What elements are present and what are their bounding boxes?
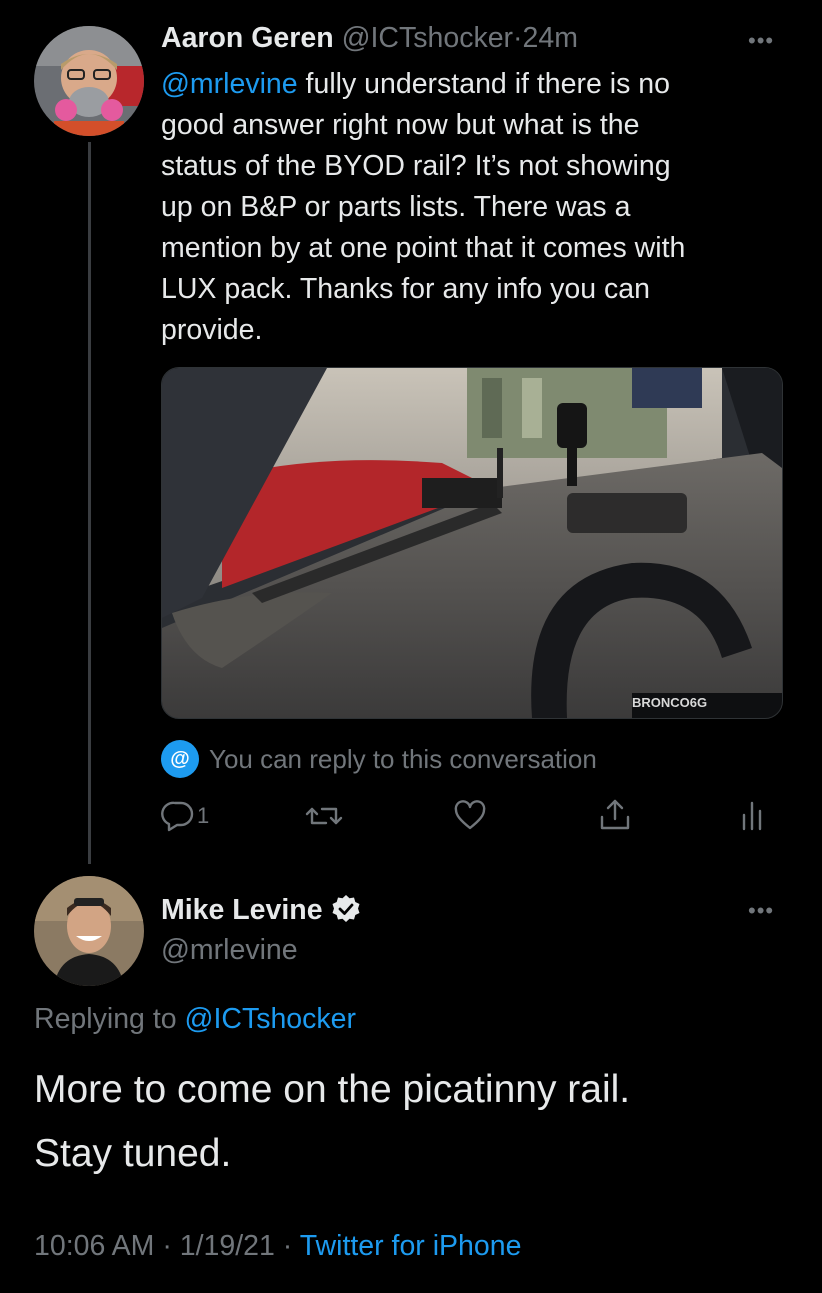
replying-to: Replying to @ICTshocker [34, 1003, 356, 1036]
heart-icon [454, 800, 486, 830]
tweet1-line: mention by at one point that it comes wi… [161, 232, 686, 264]
retweet-icon [305, 807, 343, 825]
tweet-date: 1/19/21 [179, 1230, 275, 1262]
share-icon [600, 799, 630, 830]
author-name[interactable]: Mike Levine [161, 894, 323, 926]
tweet2-body: More to come on the picatinny rail. Stay… [34, 1058, 630, 1186]
tweet1-line: good answer right now but what is the [161, 109, 640, 141]
replying-to-handle[interactable]: @ICTshocker [185, 1003, 356, 1035]
tweet1-body: @mrlevine fully understand if there is n… [161, 64, 801, 351]
reply-count: 1 [197, 803, 210, 828]
tweet2-line: More to come on the picatinny rail. [34, 1068, 631, 1111]
tweet1-line: fully understand if there is no [297, 68, 670, 100]
media-watermark: BRONCO6G [632, 695, 707, 710]
author-name[interactable]: Aaron Geren [161, 22, 334, 54]
reply-permission-icon: @ [161, 740, 199, 778]
author-handle[interactable]: @ICTshocker [342, 22, 513, 54]
mention-link[interactable]: @mrlevine [161, 68, 298, 100]
replying-to-label: Replying to [34, 1003, 185, 1035]
avatar-mike-levine[interactable] [34, 876, 144, 986]
avatar-aaron-geren[interactable] [34, 26, 144, 136]
verified-badge-icon [332, 895, 359, 922]
tweet1-line: LUX pack. Thanks for any info you can [161, 273, 650, 305]
tweet-time: 10:06 AM [34, 1230, 155, 1262]
tweet1-header: Aaron Geren @ICTshocker·24m [161, 22, 578, 55]
analytics-icon [742, 801, 762, 831]
author-handle[interactable]: @mrlevine [161, 934, 298, 967]
tweet-source-link[interactable]: Twitter for iPhone [300, 1230, 522, 1262]
tweet-time[interactable]: 24m [523, 22, 578, 54]
tweet-media-image[interactable]: BRONCO6G [161, 367, 783, 719]
timestamp-separator: · [162, 1230, 172, 1262]
header-separator: · [513, 22, 523, 54]
reply-icon [161, 801, 194, 832]
like-button[interactable] [453, 800, 487, 832]
reply-permission-text: You can reply to this conversation [209, 744, 597, 774]
tweet2-line: Stay tuned. [34, 1132, 232, 1175]
more-options-icon[interactable]: ••• [748, 900, 774, 922]
tweet1-line: provide. [161, 314, 263, 346]
retweet-button[interactable] [304, 801, 344, 831]
timestamp-separator: · [282, 1230, 293, 1262]
tweet-timestamp: 10:06 AM · 1/19/21 · Twitter for iPhone [34, 1230, 521, 1263]
reply-button[interactable] [161, 800, 195, 832]
thread-connector-line [88, 142, 91, 864]
tweet1-line: up on B&P or parts lists. There was a [161, 191, 631, 223]
analytics-button[interactable] [740, 801, 764, 831]
tweet1-line: status of the BYOD rail? It’s not showin… [161, 150, 671, 182]
tweet2-author[interactable]: Mike Levine [161, 894, 361, 927]
share-button[interactable] [598, 797, 632, 833]
more-options-icon[interactable]: ••• [748, 30, 774, 52]
